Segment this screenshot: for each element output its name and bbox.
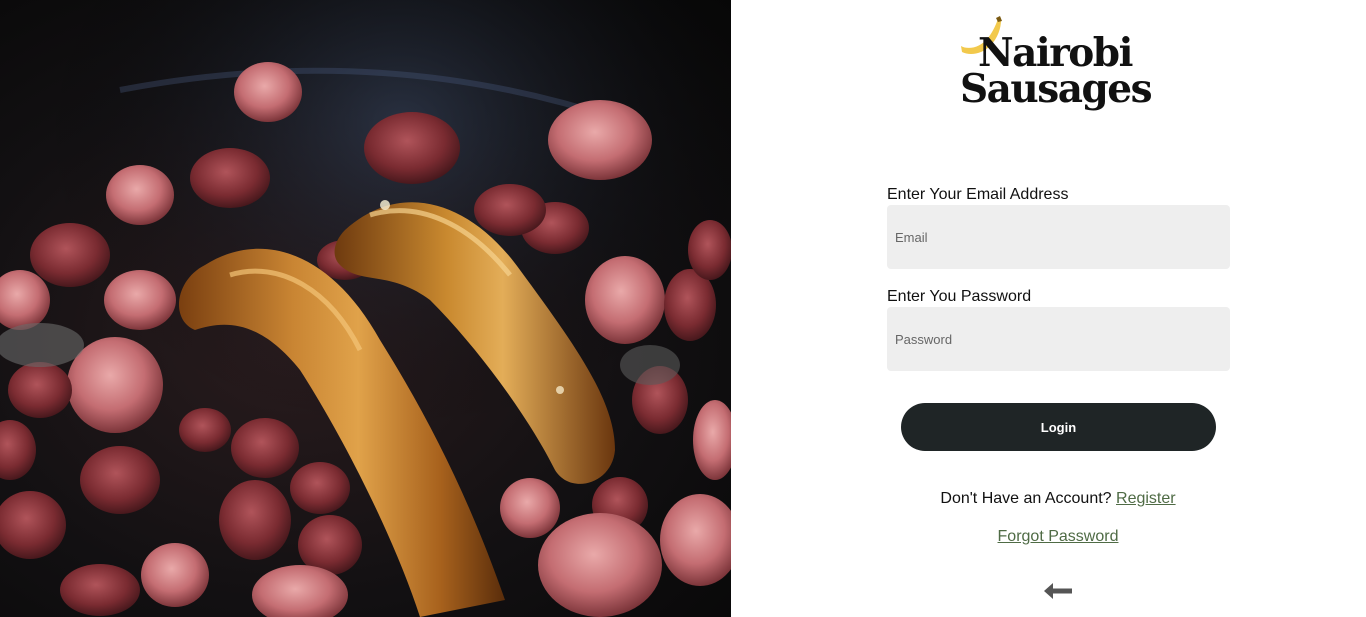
back-button[interactable]: [1042, 578, 1074, 604]
login-button[interactable]: Login: [901, 403, 1216, 451]
login-panel: Nairobi Sausages Enter Your Email Addres…: [731, 0, 1366, 617]
sausages-photo: [0, 0, 731, 617]
password-label: Enter You Password: [887, 288, 1032, 305]
register-link[interactable]: Register: [1116, 490, 1176, 507]
password-field[interactable]: [887, 307, 1230, 371]
brand-name-line2: Sausages: [960, 66, 1153, 112]
email-label: Enter Your Email Address: [887, 186, 1069, 203]
register-prompt: Don't Have an Account? Register: [731, 490, 1366, 508]
forgot-password-link[interactable]: Forgot Password: [998, 528, 1119, 545]
hero-image: [0, 0, 731, 617]
login-page: Nairobi Sausages Enter Your Email Addres…: [0, 0, 1366, 617]
email-field[interactable]: [887, 205, 1230, 269]
forgot-password-row: Forgot Password: [731, 528, 1366, 546]
arrow-left-icon: [1044, 583, 1072, 599]
brand-logo: Nairobi Sausages: [960, 16, 1153, 116]
no-account-text: Don't Have an Account?: [940, 490, 1112, 507]
